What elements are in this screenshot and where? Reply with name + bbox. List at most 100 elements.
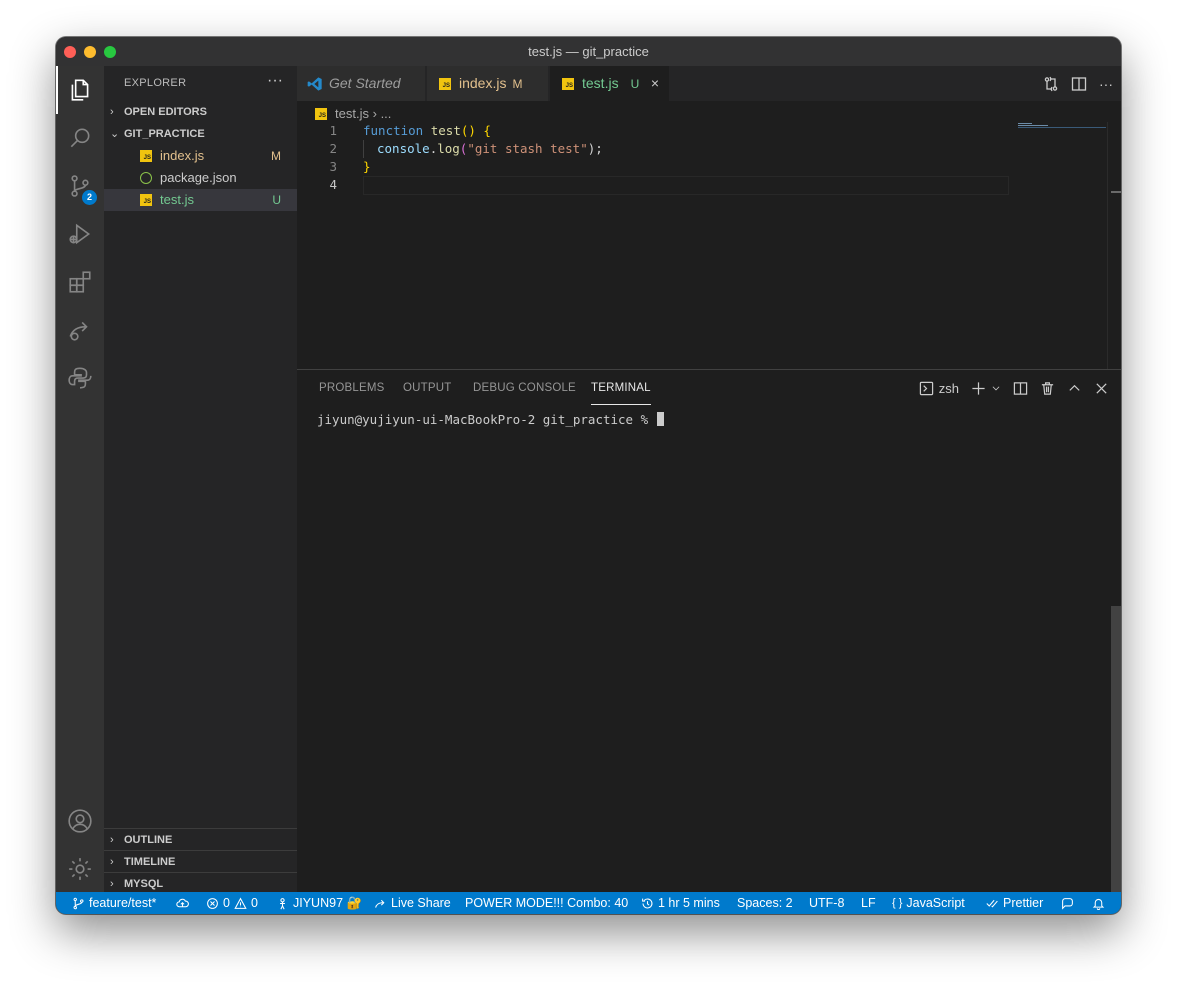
check-all-icon — [986, 899, 998, 908]
code-line: 3 } — [297, 158, 1007, 176]
tab-debug-console[interactable]: DEBUG CONSOLE — [473, 370, 576, 405]
vscode-logo-icon — [307, 77, 322, 91]
close-window-button[interactable] — [64, 46, 76, 58]
maximize-panel-icon[interactable] — [1067, 381, 1082, 396]
editor-scrollbar[interactable] — [1107, 122, 1121, 369]
keyword-token: function — [363, 123, 424, 138]
tab-index-js[interactable]: JS index.js M — [427, 66, 549, 101]
file-name: package.json — [160, 170, 237, 185]
code-line: 2 console.log("git stash test"); — [297, 140, 1007, 158]
tab-problems[interactable]: PROBLEMS — [319, 370, 385, 405]
new-terminal-button[interactable] — [971, 381, 1001, 396]
bracket-token: } — [363, 159, 371, 174]
tab-get-started[interactable]: Get Started — [297, 66, 426, 101]
terminal-cursor — [656, 412, 664, 426]
explorer-more-actions[interactable]: ··· — [267, 72, 283, 90]
terminal-scrollbar[interactable] — [1111, 606, 1121, 892]
live-share-icon[interactable] — [56, 306, 104, 354]
user-indicator[interactable]: JIYUN97 🔐 — [276, 892, 362, 914]
language-mode[interactable]: { } JavaScript — [892, 892, 965, 914]
terminal-icon — [919, 381, 933, 395]
method-token: log — [437, 141, 460, 156]
spaces-label: Spaces: 2 — [737, 896, 793, 910]
terminal-shell-selector[interactable]: zsh — [919, 381, 959, 396]
title-bar: test.js — git_practice — [56, 37, 1121, 66]
formatter-status[interactable]: Prettier — [986, 892, 1043, 914]
power-mode-status[interactable]: POWER MODE!!! Combo: 40 — [465, 892, 628, 914]
sync-button[interactable] — [176, 892, 189, 914]
timeline-section[interactable]: › TIMELINE — [104, 851, 297, 873]
object-token: console — [377, 141, 430, 156]
chevron-right-icon: › — [110, 856, 114, 868]
indentation-status[interactable]: Spaces: 2 — [737, 892, 793, 914]
branch-name: feature/test* — [89, 896, 157, 910]
minimize-window-button[interactable] — [84, 46, 96, 58]
chevron-down-icon[interactable] — [991, 383, 1001, 393]
encoding-status[interactable]: UTF-8 — [809, 892, 844, 914]
chevron-down-icon: ⌄ — [110, 128, 120, 140]
open-editors-section[interactable]: › OPEN EDITORS — [104, 101, 297, 123]
minimap[interactable] — [1016, 122, 1106, 369]
eol-status[interactable]: LF — [861, 892, 876, 914]
git-status-untracked: U — [272, 193, 281, 207]
error-icon — [207, 897, 218, 909]
explorer-icon[interactable] — [56, 66, 104, 114]
git-branch-icon — [73, 897, 84, 909]
error-count: 0 — [223, 896, 230, 910]
file-test-js[interactable]: JS test.js U — [104, 189, 297, 211]
feedback-icon — [1062, 897, 1073, 910]
git-status-modified: M — [271, 149, 281, 163]
zoom-window-button[interactable] — [104, 46, 116, 58]
notifications-button[interactable] — [1092, 892, 1105, 914]
close-panel-icon[interactable] — [1094, 381, 1109, 396]
trash-icon[interactable] — [1040, 381, 1055, 396]
branch-indicator[interactable]: feature/test* — [72, 892, 156, 914]
code-editor[interactable]: 1 function test() { 2 console.log("git s… — [297, 122, 1009, 195]
breadcrumb-rest[interactable]: ... — [381, 106, 392, 121]
file-name: index.js — [160, 148, 205, 163]
power-mode-label: POWER MODE!!! Combo: 40 — [465, 896, 629, 910]
settings-gear-icon[interactable] — [56, 845, 104, 893]
run-debug-icon[interactable] — [56, 210, 104, 258]
explorer-sidebar: EXPLORER ··· › OPEN EDITORS ⌄ GIT_PRACTI… — [104, 66, 297, 892]
editor-more-actions[interactable]: ··· — [1099, 76, 1113, 92]
bottom-panel: PROBLEMS OUTPUT DEBUG CONSOLE TERMINAL z… — [297, 369, 1121, 892]
feedback-button[interactable] — [1061, 892, 1074, 914]
source-control-icon[interactable]: 2 — [56, 162, 104, 210]
extensions-icon[interactable] — [56, 258, 104, 306]
braces-icon: { } — [892, 897, 903, 909]
plus-icon — [972, 381, 985, 395]
live-share-status[interactable]: Live Share — [374, 892, 451, 914]
accounts-icon[interactable] — [56, 797, 104, 845]
terminal-prompt: jiyun@yujiyun-ui-MacBookPro-2 git_practi… — [317, 412, 656, 427]
chevron-right-icon: › — [110, 834, 114, 846]
folder-section[interactable]: ⌄ GIT_PRACTICE — [104, 123, 297, 145]
bell-icon — [1092, 898, 1105, 910]
split-editor-icon[interactable] — [1071, 76, 1087, 92]
panel-actions: zsh — [919, 378, 1109, 398]
tab-output[interactable]: OUTPUT — [403, 370, 451, 405]
source-control-badge: 2 — [82, 190, 97, 205]
file-package-json[interactable]: package.json — [104, 167, 297, 189]
terminal-output[interactable]: jiyun@yujiyun-ui-MacBookPro-2 git_practi… — [317, 412, 664, 427]
time-tracker[interactable]: 1 hr 5 mins — [641, 892, 720, 914]
user-name: JIYUN97 🔐 — [293, 896, 363, 910]
file-index-js[interactable]: JS index.js M — [104, 145, 297, 167]
open-editors-label: OPEN EDITORS — [124, 106, 207, 118]
outline-section[interactable]: › OUTLINE — [104, 829, 297, 851]
python-icon[interactable] — [56, 354, 104, 402]
tab-git-status: M — [512, 77, 523, 91]
line-number: 3 — [329, 159, 337, 174]
timeline-label: TIMELINE — [124, 856, 176, 868]
problems-indicator[interactable]: 0 0 — [206, 892, 258, 914]
tab-test-js[interactable]: JS test.js U × — [550, 66, 670, 101]
split-terminal-icon[interactable] — [1013, 381, 1028, 396]
search-icon[interactable] — [56, 114, 104, 162]
js-file-icon: JS — [562, 78, 574, 90]
open-changes-icon[interactable] — [1043, 76, 1059, 92]
breadcrumb-file[interactable]: test.js — [335, 106, 369, 121]
tab-terminal[interactable]: TERMINAL — [591, 370, 651, 405]
line-number: 4 — [329, 177, 337, 192]
shell-name: zsh — [938, 380, 959, 396]
close-tab-icon[interactable]: × — [651, 66, 659, 101]
